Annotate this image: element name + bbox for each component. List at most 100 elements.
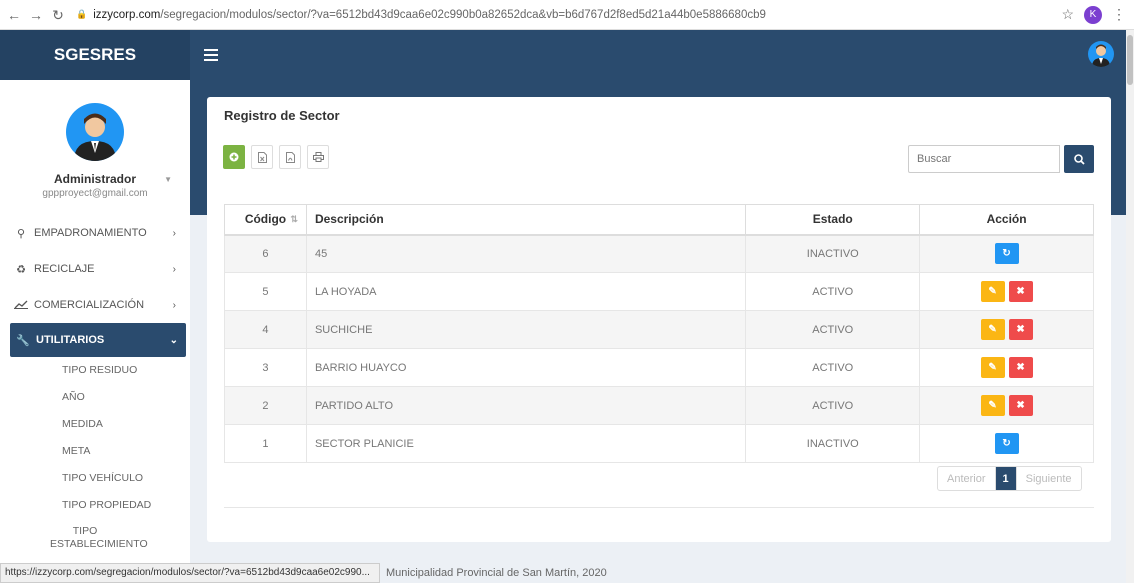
table-row: 1 SECTOR PLANICIE INACTIVO ↻ [224, 424, 1094, 463]
delete-button[interactable]: ✖ [1008, 281, 1033, 302]
delete-button[interactable]: ✖ [1008, 357, 1033, 378]
app-brand[interactable]: SGESRES [0, 30, 190, 80]
sidebar-subitem-tipo-propiedad[interactable]: TIPO PROPIEDAD [0, 492, 190, 519]
cell-action: ✎ ✖ [919, 348, 1094, 387]
reload-icon[interactable]: ↻ [50, 7, 66, 23]
sort-icon[interactable]: ⇅ [290, 214, 298, 225]
cell-description: BARRIO HUAYCO [305, 348, 747, 387]
table-row: 3 BARRIO HUAYCO ACTIVO ✎ ✖ [224, 348, 1094, 387]
hamburger-menu-icon[interactable] [204, 49, 218, 61]
profile-picture [66, 103, 124, 161]
search-input[interactable] [908, 145, 1060, 173]
cell-status: ACTIVO [745, 386, 921, 425]
user-name[interactable]: Administrador ▼ [0, 172, 190, 186]
cell-description: 45 [305, 234, 747, 273]
edit-button[interactable]: ✎ [980, 357, 1005, 378]
page-scrollbar[interactable] [1126, 30, 1134, 583]
forward-arrow-icon[interactable]: → [28, 7, 44, 23]
column-header-status[interactable]: Estado [745, 204, 921, 236]
cell-action: ↻ [919, 424, 1094, 463]
user-email: gppproyect@gmail.com [42, 188, 148, 199]
edit-button[interactable]: ✎ [980, 395, 1005, 416]
cell-code: 1 [224, 424, 307, 463]
file-excel-icon [257, 151, 267, 163]
sidebar-item-utilitarios[interactable]: 🔧 UTILITARIOS ⌄ [10, 323, 186, 357]
bookmark-star-icon[interactable]: ☆ [1061, 6, 1074, 23]
browser-profile-avatar[interactable]: K [1084, 5, 1102, 24]
column-header-code-label: Código [244, 212, 287, 227]
pagination-prev[interactable]: Anterior [938, 467, 996, 490]
delete-button[interactable]: ✖ [1008, 395, 1033, 416]
user-avatar[interactable] [1088, 41, 1114, 67]
caret-down-icon[interactable]: ▼ [164, 175, 172, 184]
sidebar-item-label: EMPADRONAMIENTO [34, 227, 147, 239]
table-row: 6 45 INACTIVO ↻ [224, 234, 1094, 273]
sidebar-item-label: COMERCIALIZACIÓN [34, 299, 145, 311]
sidebar-subitem-medida[interactable]: MEDIDA [0, 411, 190, 438]
sidebar-item-reciclaje[interactable]: ♻ RECICLAJE › [0, 251, 190, 287]
browser-toolbar: ← → ↻ 🔒 izzycorp.com/segregacion/modulos… [0, 0, 1134, 30]
sidebar-item-label: UTILITARIOS [36, 334, 105, 346]
back-arrow-icon[interactable]: ← [6, 7, 22, 23]
wrench-icon: 🔧 [16, 334, 30, 347]
print-icon [312, 152, 324, 162]
sidebar-item-comercializacion[interactable]: COMERCIALIZACIÓN › [0, 287, 190, 323]
lock-icon: 🔒 [76, 9, 88, 19]
sidebar: Administrador ▼ gppproyect@gmail.com ⚲ EM… [0, 80, 190, 563]
sidebar-subitem-meta[interactable]: META [0, 438, 190, 465]
column-header-description[interactable]: Descripción [305, 204, 747, 236]
sidebar-subitem-tipo-residuo[interactable]: TIPO RESIDUO [0, 357, 190, 384]
export-excel-button[interactable] [251, 145, 273, 169]
divider [224, 507, 1094, 508]
chart-line-icon [14, 299, 28, 312]
search-button[interactable] [1064, 145, 1094, 173]
reactivate-button[interactable]: ↻ [994, 243, 1019, 265]
cell-code: 2 [224, 386, 307, 425]
cell-code: 6 [224, 234, 307, 273]
pagination-page-1[interactable]: 1 [995, 467, 1017, 490]
pagination-next[interactable]: Siguiente [1017, 467, 1081, 490]
delete-button[interactable]: ✖ [1008, 319, 1033, 340]
cell-code: 3 [224, 348, 307, 387]
table-row: 2 PARTIDO ALTO ACTIVO ✎ ✖ [224, 386, 1094, 425]
edit-button[interactable]: ✎ [980, 319, 1005, 340]
address-bar[interactable]: 🔒 izzycorp.com/segregacion/modulos/secto… [76, 4, 1061, 26]
column-header-code[interactable]: Código ⇅ [224, 204, 307, 236]
cell-description: SUCHICHE [305, 310, 747, 349]
reactivate-button[interactable]: ↻ [994, 433, 1019, 454]
table-row: 5 LA HOYADA ACTIVO ✎ ✖ [224, 272, 1094, 311]
chevron-right-icon: › [172, 263, 176, 275]
cell-code: 5 [224, 272, 307, 311]
add-button[interactable] [223, 145, 245, 169]
chevron-right-icon: › [172, 299, 176, 311]
sidebar-subitem-ano[interactable]: AÑO [0, 384, 190, 411]
file-pdf-icon [285, 151, 295, 163]
pagination: Anterior 1 Siguiente [937, 466, 1082, 491]
cell-description: PARTIDO ALTO [305, 386, 747, 425]
user-profile: Administrador ▼ gppproyect@gmail.com [0, 80, 190, 215]
sidebar-subitem-tipo-vehiculo[interactable]: TIPO VEHÍCULO [0, 465, 190, 492]
cell-action: ✎ ✖ [919, 386, 1094, 425]
sidebar-subitem-tipo-establecimiento[interactable]: TIPO ESTABLECIMIENTO [0, 519, 148, 559]
cell-code: 4 [224, 310, 307, 349]
sidebar-item-empadronamiento[interactable]: ⚲ EMPADRONAMIENTO › [0, 215, 190, 251]
print-button[interactable] [307, 145, 329, 169]
user-name-text: Administrador [53, 172, 136, 186]
cell-action: ↻ [919, 234, 1094, 273]
cell-action: ✎ ✖ [919, 310, 1094, 349]
cell-status: INACTIVO [745, 424, 921, 463]
cell-description: SECTOR PLANICIE [305, 424, 747, 463]
url-path: /segregacion/modulos/sector/?va=6512bd43… [160, 8, 766, 21]
column-header-action: Acción [919, 204, 1094, 236]
table-header-row: Código ⇅ Descripción Estado Acción [224, 204, 1094, 236]
cell-status: ACTIVO [745, 310, 921, 349]
browser-menu-icon[interactable]: ⋮ [1112, 6, 1126, 23]
cell-action: ✎ ✖ [919, 272, 1094, 311]
cell-status: ACTIVO [745, 348, 921, 387]
sector-card: Registro de Sector Código⇅ Descripción E… [207, 97, 1111, 542]
cell-description: LA HOYADA [305, 272, 747, 311]
edit-button[interactable]: ✎ [980, 281, 1005, 302]
cell-status: ACTIVO [745, 272, 921, 311]
export-pdf-button[interactable] [279, 145, 301, 169]
top-navbar: SGESRES [0, 30, 1126, 80]
